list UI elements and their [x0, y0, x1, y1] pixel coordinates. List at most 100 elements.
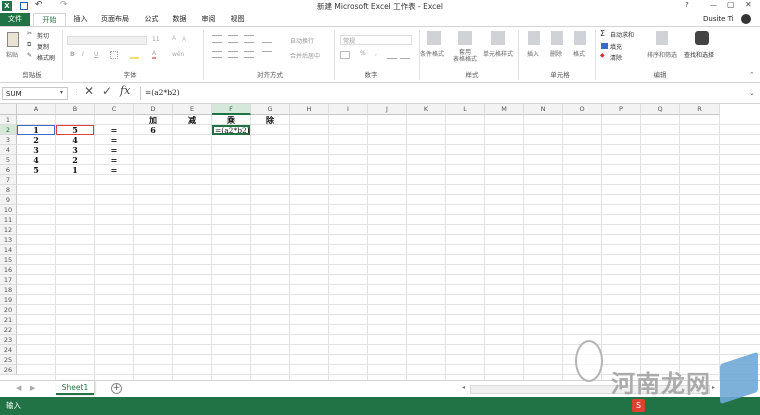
new-sheet-button[interactable]: +	[111, 383, 122, 394]
cell-c2[interactable]: =	[95, 125, 133, 135]
row-header-13[interactable]: 13	[0, 235, 17, 245]
name-box-dropdown-icon[interactable]: ▾	[60, 89, 63, 96]
cut-button[interactable]: 剪切	[37, 31, 49, 40]
cell-b4[interactable]: 3	[56, 145, 94, 155]
input-method-icon[interactable]: S	[632, 399, 645, 412]
column-header-h[interactable]: H	[290, 104, 329, 115]
insert-cells-icon[interactable]	[528, 31, 540, 45]
format-as-table-icon[interactable]	[458, 31, 472, 45]
column-header-b[interactable]: B	[56, 104, 95, 115]
help-icon[interactable]: ?	[685, 1, 689, 9]
column-header-e[interactable]: E	[173, 104, 212, 115]
row-header-9[interactable]: 9	[0, 195, 17, 205]
cell-a3[interactable]: 2	[17, 135, 55, 145]
italic-button[interactable]: I	[82, 51, 84, 58]
row-header-7[interactable]: 7	[0, 175, 17, 185]
row-header-24[interactable]: 24	[0, 345, 17, 355]
name-box[interactable]: SUM	[2, 87, 68, 100]
tab-page-layout[interactable]: 页面布局	[96, 13, 134, 26]
close-button[interactable]: ✕	[745, 0, 752, 9]
row-header-4[interactable]: 4	[0, 145, 17, 155]
format-painter-button[interactable]: 格式刷	[37, 53, 55, 62]
row-header-16[interactable]: 16	[0, 265, 17, 275]
cell-c5[interactable]: =	[95, 155, 133, 165]
column-header-n[interactable]: N	[524, 104, 563, 115]
cancel-icon[interactable]: ✕	[84, 84, 94, 98]
autosum-button[interactable]: 自动求和	[610, 30, 634, 39]
tab-file[interactable]: 文件	[0, 13, 30, 26]
sort-filter-icon[interactable]	[656, 31, 668, 45]
formula-input[interactable]: =(a2*b2)	[140, 87, 750, 100]
row-header-3[interactable]: 3	[0, 135, 17, 145]
expand-formula-icon[interactable]: ⌄	[749, 89, 755, 97]
align-middle-icon[interactable]	[228, 35, 238, 43]
fill-button[interactable]: 填充	[610, 42, 622, 51]
row-header-1[interactable]: 1	[0, 115, 17, 125]
scroll-right-icon[interactable]: ▸	[712, 384, 715, 391]
format-cells-icon[interactable]	[574, 31, 586, 45]
prev-sheet-icon[interactable]: ◀	[16, 384, 21, 392]
column-header-i[interactable]: I	[329, 104, 368, 115]
enter-icon[interactable]: ✓	[102, 84, 112, 98]
align-left-icon[interactable]	[212, 51, 222, 58]
avatar[interactable]	[741, 14, 751, 24]
merge-center-button[interactable]: 合并后居中	[290, 51, 320, 60]
number-format-select[interactable]: 常规	[340, 35, 412, 45]
delete-cells-button[interactable]: 删除	[550, 49, 562, 58]
column-header-f[interactable]: F	[212, 104, 251, 115]
row-header-2[interactable]: 2	[0, 125, 17, 135]
row-header-18[interactable]: 18	[0, 285, 17, 295]
column-header-d[interactable]: D	[134, 104, 173, 115]
row-header-19[interactable]: 19	[0, 295, 17, 305]
cell-styles-icon[interactable]	[491, 31, 505, 45]
binoculars-icon[interactable]	[695, 31, 709, 45]
percent-button[interactable]: %	[360, 50, 366, 57]
row-header-23[interactable]: 23	[0, 335, 17, 345]
format-painter-icon[interactable]: ✎	[27, 52, 32, 59]
cell-g1[interactable]: 除	[251, 115, 289, 125]
tab-home[interactable]: 开始	[33, 13, 66, 26]
row-header-22[interactable]: 22	[0, 325, 17, 335]
column-header-p[interactable]: P	[602, 104, 641, 115]
orientation-icon[interactable]	[262, 35, 272, 43]
tab-sheet1[interactable]: Sheet1	[56, 381, 94, 395]
cell-d1[interactable]: 加	[134, 115, 172, 125]
select-all-corner[interactable]	[0, 104, 17, 115]
font-name-select[interactable]	[67, 36, 147, 45]
cell-c3[interactable]: =	[95, 135, 133, 145]
wrap-text-button[interactable]: 自动换行	[290, 36, 314, 45]
cell-f2[interactable]: =(a2*b2)	[212, 125, 250, 135]
column-header-k[interactable]: K	[407, 104, 446, 115]
autosum-icon[interactable]: Σ	[600, 29, 605, 38]
cell-c6[interactable]: =	[95, 165, 133, 175]
insert-cells-button[interactable]: 插入	[527, 49, 539, 58]
row-header-20[interactable]: 20	[0, 305, 17, 315]
column-header-a[interactable]: A	[17, 104, 56, 115]
tab-formulas[interactable]: 公式	[139, 13, 164, 26]
cell-d2[interactable]: 6	[134, 125, 172, 135]
row-header-15[interactable]: 15	[0, 255, 17, 265]
cell-styles-button[interactable]: 单元格样式	[483, 49, 513, 58]
fill-icon[interactable]	[601, 43, 608, 49]
column-header-c[interactable]: C	[95, 104, 134, 115]
collapse-ribbon-icon[interactable]: ⌃	[749, 71, 755, 79]
cell-a5[interactable]: 4	[17, 155, 55, 165]
find-select-button[interactable]: 查找和选择	[684, 50, 714, 59]
bold-button[interactable]: B	[70, 51, 75, 58]
decrease-decimal-icon[interactable]	[400, 51, 410, 59]
cell-c4[interactable]: =	[95, 145, 133, 155]
format-cells-button[interactable]: 格式	[573, 49, 585, 58]
column-header-j[interactable]: J	[368, 104, 407, 115]
column-header-g[interactable]: G	[251, 104, 290, 115]
row-header-6[interactable]: 6	[0, 165, 17, 175]
conditional-format-button[interactable]: 条件格式	[420, 49, 444, 58]
currency-icon[interactable]	[340, 51, 350, 59]
sort-filter-button[interactable]: 排序和筛选	[647, 50, 677, 59]
row-header-11[interactable]: 11	[0, 215, 17, 225]
borders-icon[interactable]	[110, 51, 118, 59]
row-header-5[interactable]: 5	[0, 155, 17, 165]
delete-cells-icon[interactable]	[551, 31, 563, 45]
row-header-8[interactable]: 8	[0, 185, 17, 195]
column-header-q[interactable]: Q	[641, 104, 680, 115]
clear-button[interactable]: 清除	[610, 53, 622, 62]
